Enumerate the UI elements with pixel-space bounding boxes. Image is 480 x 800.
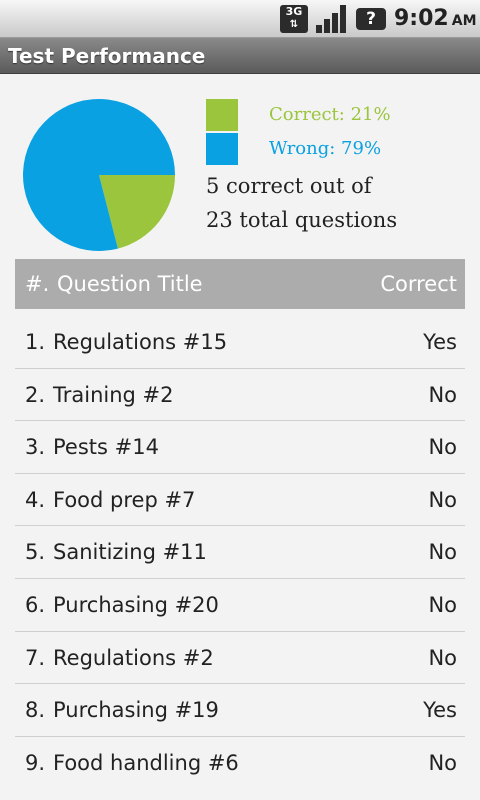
table-row[interactable]: 3. Pests #14 No [15,421,465,474]
table-row[interactable]: 6. Purchasing #20 No [15,579,465,632]
row-correct-value: No [428,645,457,670]
table-row[interactable]: 1. Regulations #15 Yes [15,316,465,369]
row-correct-value: No [428,382,457,407]
row-correct-value: Yes [423,698,457,723]
table-row[interactable]: 9. Food handling #6 No [15,737,465,790]
row-question-title: Sanitizing #11 [53,540,207,565]
row-correct-value: No [428,435,457,460]
table-row[interactable]: 4. Food prep #7 No [15,474,465,527]
header-correct: Correct [380,272,457,296]
row-question-title: Pests #14 [53,435,159,460]
row-number: 4. [25,487,46,512]
row-question-title: Food prep #7 [53,487,196,512]
header-question-title: Question Title [57,272,203,296]
clock: 9:02 AM [394,3,477,35]
row-correct-value: No [428,750,457,775]
summary-correct-count: 5 correct out of [206,174,372,198]
header-number: #. [25,272,50,296]
row-correct-value: No [428,592,457,617]
table-row[interactable]: 7. Regulations #2 No [15,632,465,685]
network-label: 3G [285,5,303,18]
clock-ampm: AM [451,13,477,29]
wrong-legend-label: Wrong: 79% [269,138,382,159]
row-question-title: Regulations #15 [53,330,228,354]
row-number: 9. [25,750,46,775]
row-number: 6. [25,592,46,617]
row-number: 7. [25,645,46,670]
results-table: 1. Regulations #15 Yes 2. Training #2 No… [15,316,465,789]
correct-legend-label: Correct: 21% [269,104,391,125]
correct-legend-swatch [206,99,238,131]
page-title: Test Performance [8,44,206,68]
table-row[interactable]: 5. Sanitizing #11 No [15,526,465,579]
help-icon: ? [356,8,386,30]
results-table-header: #. Question Title Correct [15,259,465,309]
row-number: 3. [25,435,46,460]
table-row[interactable]: 8. Purchasing #19 Yes [15,684,465,737]
row-question-title: Purchasing #19 [53,698,219,723]
row-question-title: Training #2 [53,382,174,407]
row-question-title: Food handling #6 [53,750,239,775]
summary-total-count: 23 total questions [206,208,398,232]
row-number: 5. [25,540,46,565]
table-row[interactable]: 2. Training #2 No [15,369,465,422]
row-question-title: Purchasing #20 [53,592,219,617]
row-question-title: Regulations #2 [53,645,214,670]
status-bar: 3G ⇅ ? 9:02 AM [0,0,480,38]
row-correct-value: No [428,540,457,565]
performance-pie-chart [22,98,175,251]
clock-time: 9:02 [394,6,449,31]
row-correct-value: Yes [423,330,457,354]
row-number: 8. [25,698,46,723]
signal-strength-icon [316,5,348,33]
network-3g-icon: 3G ⇅ [280,5,308,33]
row-correct-value: No [428,487,457,512]
row-number: 2. [25,382,46,407]
wrong-legend-swatch [206,133,238,165]
title-bar: Test Performance [0,38,480,74]
row-number: 1. [25,330,46,354]
